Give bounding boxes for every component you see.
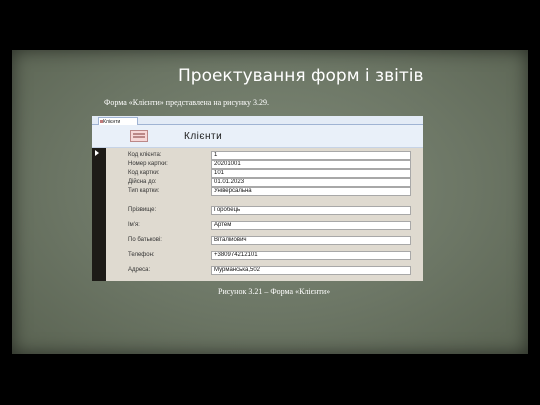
field-label: Тип картки: bbox=[128, 188, 160, 194]
kod-klienta-field[interactable]: 1 bbox=[211, 151, 411, 160]
field-label: Код картки: bbox=[128, 170, 160, 176]
field-label: Номер картки: bbox=[128, 161, 168, 167]
field-label: Код клієнта: bbox=[128, 152, 162, 158]
field-row-typ-kartky: Тип картки: Універсальна bbox=[106, 187, 423, 197]
nomer-kartky-field[interactable]: 20201001 bbox=[211, 160, 411, 169]
field-row-telefon: Телефон: +380974212101 bbox=[106, 251, 423, 261]
field-label: По батькові: bbox=[128, 237, 162, 243]
form-header: Клієнти bbox=[92, 125, 423, 148]
typ-kartky-field[interactable]: Універсальна bbox=[211, 187, 411, 196]
form-detail: Код клієнта: 1 Номер картки: 20201001 Ко… bbox=[106, 148, 423, 281]
field-label: Прізвище: bbox=[128, 207, 157, 213]
record-selector[interactable] bbox=[92, 148, 106, 281]
imya-field[interactable]: Артем bbox=[211, 221, 411, 230]
field-row-prizvyshche: Прізвище: Горобець bbox=[106, 206, 423, 216]
tab-klienty[interactable]: Клієнти bbox=[98, 117, 138, 125]
field-label: Телефон: bbox=[128, 252, 155, 258]
current-record-arrow-icon bbox=[95, 150, 99, 156]
field-row-adresa: Адреса: Мурманська,502 bbox=[106, 266, 423, 276]
field-label: Ім'я: bbox=[128, 222, 140, 228]
figure-caption: Рисунок 3.21 – Форма «Клієнти» bbox=[218, 287, 331, 296]
form-title: Клієнти bbox=[184, 131, 223, 142]
access-form-window: Клієнти Клієнти Код клієнта: 1 Номер кар… bbox=[92, 116, 423, 281]
kod-kartky-field[interactable]: 101 bbox=[211, 169, 411, 178]
document-tab-strip: Клієнти bbox=[92, 116, 423, 125]
form-icon bbox=[130, 130, 148, 142]
field-row-po-batkovi: По батькові: Віталійович bbox=[106, 236, 423, 246]
field-row-imya: Ім'я: Артем bbox=[106, 221, 423, 231]
diysna-do-field[interactable]: 01.01.2023 bbox=[211, 178, 411, 187]
prizvyshche-field[interactable]: Горобець bbox=[211, 206, 411, 215]
form-tab-icon bbox=[100, 120, 103, 123]
adresa-field[interactable]: Мурманська,502 bbox=[211, 266, 411, 275]
slide-intro-text: Форма «Клієнти» представлена на рисунку … bbox=[104, 98, 269, 107]
telefon-field[interactable]: +380974212101 bbox=[211, 251, 411, 260]
slide-title: Проектування форм і звітів bbox=[178, 66, 424, 86]
field-label: Адреса: bbox=[128, 267, 151, 273]
po-batkovi-field[interactable]: Віталійович bbox=[211, 236, 411, 245]
field-label: Дійсна до: bbox=[128, 179, 157, 185]
